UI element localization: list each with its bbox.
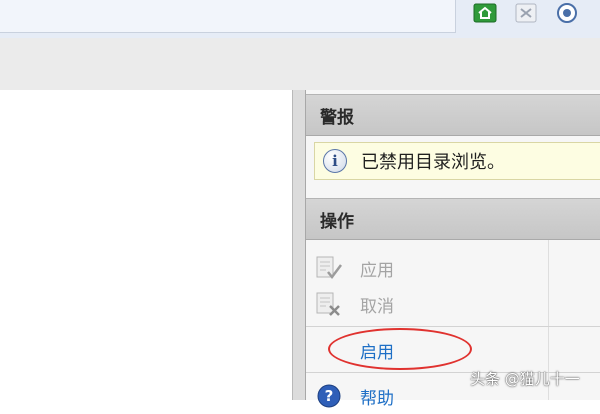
apply-label: 应用 [360,260,394,281]
info-icon: i [323,149,347,173]
alerts-header: 警报 [306,94,600,136]
close-icon[interactable] [511,0,541,26]
home-icon[interactable] [470,0,500,26]
highlight-annotation [328,328,472,370]
action-separator [306,326,600,327]
main-content-pane [0,90,293,400]
top-bar [0,0,600,39]
alert-message: 已禁用目录浏览。 [361,152,505,173]
cancel-label: 取消 [360,296,394,317]
svg-text:?: ? [325,387,334,405]
address-bar[interactable] [0,0,456,33]
cancel-action[interactable]: 取消 [306,286,600,322]
actions-header: 操作 [306,198,600,240]
help-label[interactable]: 帮助 [360,384,394,409]
help-icon: ? [317,384,341,408]
help-icon[interactable] [552,0,582,26]
apply-icon [316,256,342,280]
cancel-icon [316,292,340,316]
watermark: 头条 @猫儿十一 [470,370,580,388]
alert-message-box: i 已禁用目录浏览。 [314,142,600,180]
pane-splitter[interactable] [293,90,306,400]
apply-action[interactable]: 应用 [306,250,600,286]
toolbar-area [0,38,600,91]
